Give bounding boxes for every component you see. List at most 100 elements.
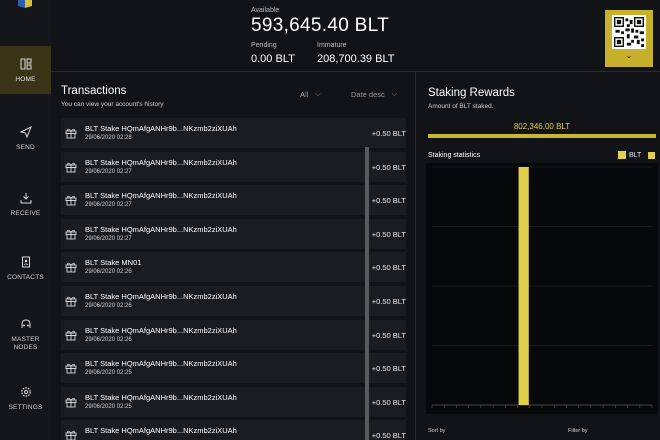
sidebar-item-settings[interactable]: SETTINGS (0, 374, 51, 422)
transaction-row[interactable]: BLT Stake HQmAfgANHr9b...NKzmb2ziXUAh 29/… (61, 118, 406, 148)
sidebar-item-label: MASTER NODES (11, 335, 40, 351)
transaction-date: 29/06/2020 02:25 (85, 370, 132, 377)
transaction-date: 29/06/2020 02:25 (85, 403, 132, 410)
transaction-filter-dropdown[interactable]: All ⌵ (300, 90, 321, 99)
contacts-icon (19, 255, 33, 269)
gear-icon (19, 385, 33, 399)
staked-amount: 802,346.00 BLT (513, 122, 571, 131)
transaction-sort-dropdown[interactable]: Date desc ⌵ (351, 90, 397, 99)
sidebar-item-home[interactable]: HOME (0, 46, 51, 94)
transaction-row[interactable]: BLT Stake HQmAfgANHr9b...NKzmb2ziXUAh 29/… (61, 319, 406, 350)
transactions-title: Transactions (61, 85, 127, 97)
legend-swatch (618, 151, 626, 159)
transaction-row[interactable]: BLT Stake HQmAfgANHr9b...NKzmb2ziXUAh 29/… (61, 386, 406, 417)
staked-amount-bar (428, 134, 656, 138)
staking-title: Staking Rewards (428, 87, 515, 99)
transactions-panel: Transactions You can view your account's… (51, 72, 416, 440)
sort-value: Date desc (351, 90, 385, 99)
available-label: Available (251, 7, 280, 14)
transaction-amount: +0.50 BLT (371, 431, 406, 440)
transaction-amount: +0.50 BLT (371, 364, 406, 374)
legend-swatch (648, 151, 656, 159)
sidebar-item-label: SETTINGS (8, 403, 43, 411)
transaction-row[interactable]: BLT Stake HQmAfgANHr9b...NKzmb2ziXUAh +0.… (61, 420, 406, 440)
gift-icon (65, 128, 77, 139)
transaction-row[interactable]: BLT Stake HQmAfgANHr9b...NKzmb2ziXUAh 29/… (61, 353, 406, 384)
transaction-row[interactable]: BLT Stake HQmAfgANHr9b...NKzmb2ziXUAh 29/… (61, 218, 406, 249)
chevron-down-icon: ⌵ (315, 90, 321, 98)
sidebar-item-label: CONTACTS (7, 273, 44, 281)
transaction-row[interactable]: BLT Stake MN01 29/06/2020 02:26 +0.50 BLT (61, 252, 406, 283)
sidebar-item-send[interactable]: SEND (0, 114, 51, 162)
transaction-description: BLT Stake HQmAfgANHr9b...NKzmb2ziXUAh (85, 224, 237, 234)
gift-icon (65, 229, 77, 240)
filter-by-label: Filter by (568, 428, 588, 434)
receive-icon (19, 191, 33, 205)
balance-header: Available 593,645.40 BLT Pending 0.00 BL… (51, 0, 660, 72)
staking-subtitle: Amount of BLT staked. (428, 103, 494, 110)
transaction-row[interactable]: BLT Stake HQmAfgANHr9b...NKzmb2ziXUAh 29/… (61, 151, 406, 182)
transaction-date: 29/06/2020 02:27 (85, 235, 132, 242)
chevron-down-icon: ⌄ (625, 51, 633, 60)
scrollbar[interactable] (365, 147, 369, 440)
gift-icon (65, 162, 77, 173)
transaction-description: BLT Stake HQmAfgANHr9b...NKzmb2ziXUAh (85, 157, 237, 167)
transaction-description: BLT Stake HQmAfgANHr9b...NKzmb2ziXUAh (85, 359, 237, 369)
qr-code-button[interactable]: ⌄ (605, 10, 653, 67)
transaction-amount: +0.50 BLT (371, 330, 406, 340)
gift-icon (65, 296, 77, 307)
transaction-amount: +0.50 BLT (371, 397, 406, 407)
immature-balance: 208,700.39 BLT (317, 53, 395, 65)
transaction-amount: +0.50 BLT (371, 196, 406, 206)
gift-icon (65, 263, 77, 273)
home-icon (19, 57, 33, 71)
transaction-date: 29/06/2020 02:27 (85, 168, 132, 175)
chevron-down-icon: ⌵ (391, 90, 398, 98)
transaction-description: BLT Stake HQmAfgANHr9b...NKzmb2ziXUAh (85, 291, 237, 301)
transactions-subtitle: You can view your account's history (61, 101, 164, 108)
transaction-description: BLT Stake HQmAfgANHr9b...NKzmb2ziXUAh (85, 191, 237, 201)
immature-label: Immature (317, 42, 347, 49)
transaction-date: 29/06/2020 02:28 (85, 135, 132, 141)
gift-icon (65, 363, 77, 374)
staking-panel: Staking Rewards Amount of BLT staked. 80… (420, 72, 660, 440)
transaction-description: BLT Stake HQmAfgANHr9b...NKzmb2ziXUAh (85, 426, 237, 436)
transaction-row[interactable]: BLT Stake HQmAfgANHr9b...NKzmb2ziXUAh 29/… (61, 285, 406, 316)
transaction-date: 29/06/2020 02:26 (85, 302, 132, 309)
transaction-description: BLT Stake HQmAfgANHr9b...NKzmb2ziXUAh (85, 392, 237, 402)
transaction-row[interactable]: BLT Stake HQmAfgANHr9b...NKzmb2ziXUAh 29/… (61, 185, 406, 216)
pending-balance: 0.00 BLT (251, 53, 295, 65)
sidebar-item-label: HOME (15, 75, 36, 83)
transaction-amount: +0.50 BLT (371, 229, 406, 239)
logo-icon (18, 0, 32, 8)
chart-legend: BLT (618, 151, 656, 159)
transaction-amount: +0.50 BLT (371, 296, 406, 306)
transaction-date: 29/06/2020 02:26 (85, 269, 132, 276)
gift-icon (65, 431, 77, 440)
available-balance: 593,645.40 BLT (251, 15, 390, 36)
staking-statistics-header: Staking statistics BLT (426, 150, 658, 163)
masternodes-icon (19, 317, 33, 331)
gift-icon (65, 397, 77, 408)
sidebar-item-label: RECEIVE (10, 209, 41, 217)
staking-statistics-label: Staking statistics (428, 152, 481, 159)
sidebar-item-contacts[interactable]: CONTACTS (0, 244, 51, 292)
gift-icon (65, 195, 77, 206)
transaction-description: BLT Stake HQmAfgANHr9b...NKzmb2ziXUAh (85, 124, 237, 133)
transaction-description: BLT Stake MN01 (85, 258, 142, 268)
transaction-amount: +0.50 BLT (371, 263, 406, 273)
send-icon (19, 125, 33, 139)
sidebar: HOME SEND RECEIVE CONTACTS MASTER NODES … (0, 0, 51, 440)
transaction-date: 29/06/2020 02:27 (85, 202, 132, 209)
qr-code-icon (612, 15, 646, 49)
sidebar-item-receive[interactable]: RECEIVE (0, 180, 51, 228)
staking-chart (426, 163, 658, 414)
transaction-list: BLT Stake HQmAfgANHr9b...NKzmb2ziXUAh 29/… (61, 118, 406, 440)
filter-value: All (300, 90, 309, 99)
pending-label: Pending (251, 42, 277, 49)
transaction-date: 29/06/2020 02:26 (85, 336, 132, 343)
transaction-description: BLT Stake HQmAfgANHr9b...NKzmb2ziXUAh (85, 325, 237, 335)
sidebar-item-masternodes[interactable]: MASTER NODES (0, 310, 51, 358)
gift-icon (65, 330, 77, 341)
chart-bar (518, 167, 529, 405)
